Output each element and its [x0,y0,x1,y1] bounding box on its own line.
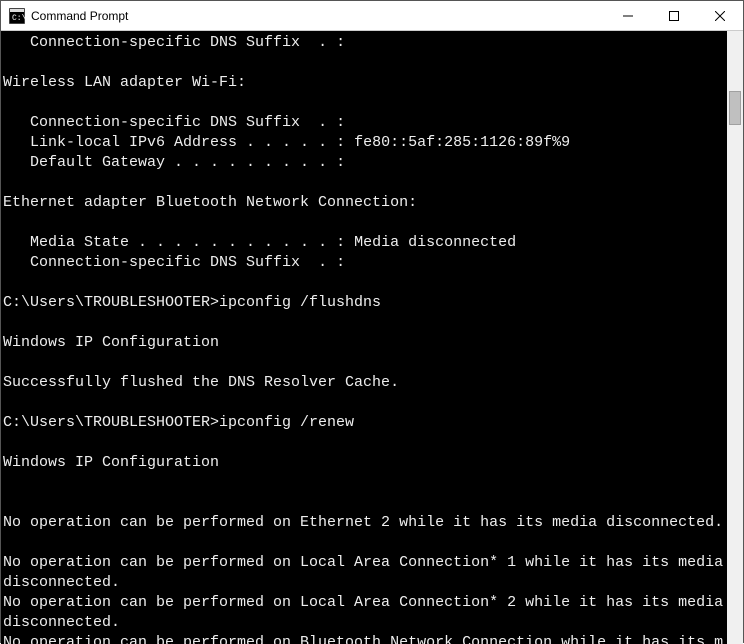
terminal-line: No operation can be performed on Local A… [3,593,727,633]
terminal-line: Wireless LAN adapter Wi-Fi: [3,73,727,93]
terminal-line: Connection-specific DNS Suffix . : [3,113,727,133]
terminal-line: No operation can be performed on Bluetoo… [3,633,727,644]
terminal-line [3,173,727,193]
terminal-line: Connection-specific DNS Suffix . : [3,33,727,53]
terminal-line [3,493,727,513]
terminal-line: Ethernet adapter Bluetooth Network Conne… [3,193,727,213]
terminal-line [3,473,727,493]
terminal-line: No operation can be performed on Etherne… [3,513,727,533]
terminal-line: Successfully flushed the DNS Resolver Ca… [3,373,727,393]
terminal-line: Windows IP Configuration [3,453,727,473]
scroll-thumb[interactable] [729,91,741,125]
terminal-line: Connection-specific DNS Suffix . : [3,253,727,273]
terminal-line [3,313,727,333]
terminal-line: Default Gateway . . . . . . . . . : [3,153,727,173]
terminal-line [3,433,727,453]
terminal-line [3,393,727,413]
terminal-line [3,273,727,293]
terminal-line [3,353,727,373]
cmd-icon: C:\ [9,8,25,24]
terminal-line: No operation can be performed on Local A… [3,553,727,593]
svg-text:C:\: C:\ [12,14,25,23]
terminal-line [3,533,727,553]
minimize-button[interactable] [605,1,651,31]
terminal-line: Media State . . . . . . . . . . . : Medi… [3,233,727,253]
terminal-line: C:\Users\TROUBLESHOOTER>ipconfig /renew [3,413,727,433]
terminal-line: Link-local IPv6 Address . . . . . : fe80… [3,133,727,153]
terminal-line [3,213,727,233]
window-title: Command Prompt [31,9,128,23]
terminal-output: Connection-specific DNS Suffix . : Wirel… [1,31,727,644]
terminal-area[interactable]: Connection-specific DNS Suffix . : Wirel… [1,31,743,644]
maximize-button[interactable] [651,1,697,31]
close-button[interactable] [697,1,743,31]
scrollbar[interactable] [727,31,743,644]
titlebar[interactable]: C:\ Command Prompt [1,1,743,31]
terminal-line [3,93,727,113]
terminal-line: C:\Users\TROUBLESHOOTER>ipconfig /flushd… [3,293,727,313]
terminal-line: Windows IP Configuration [3,333,727,353]
terminal-line [3,53,727,73]
